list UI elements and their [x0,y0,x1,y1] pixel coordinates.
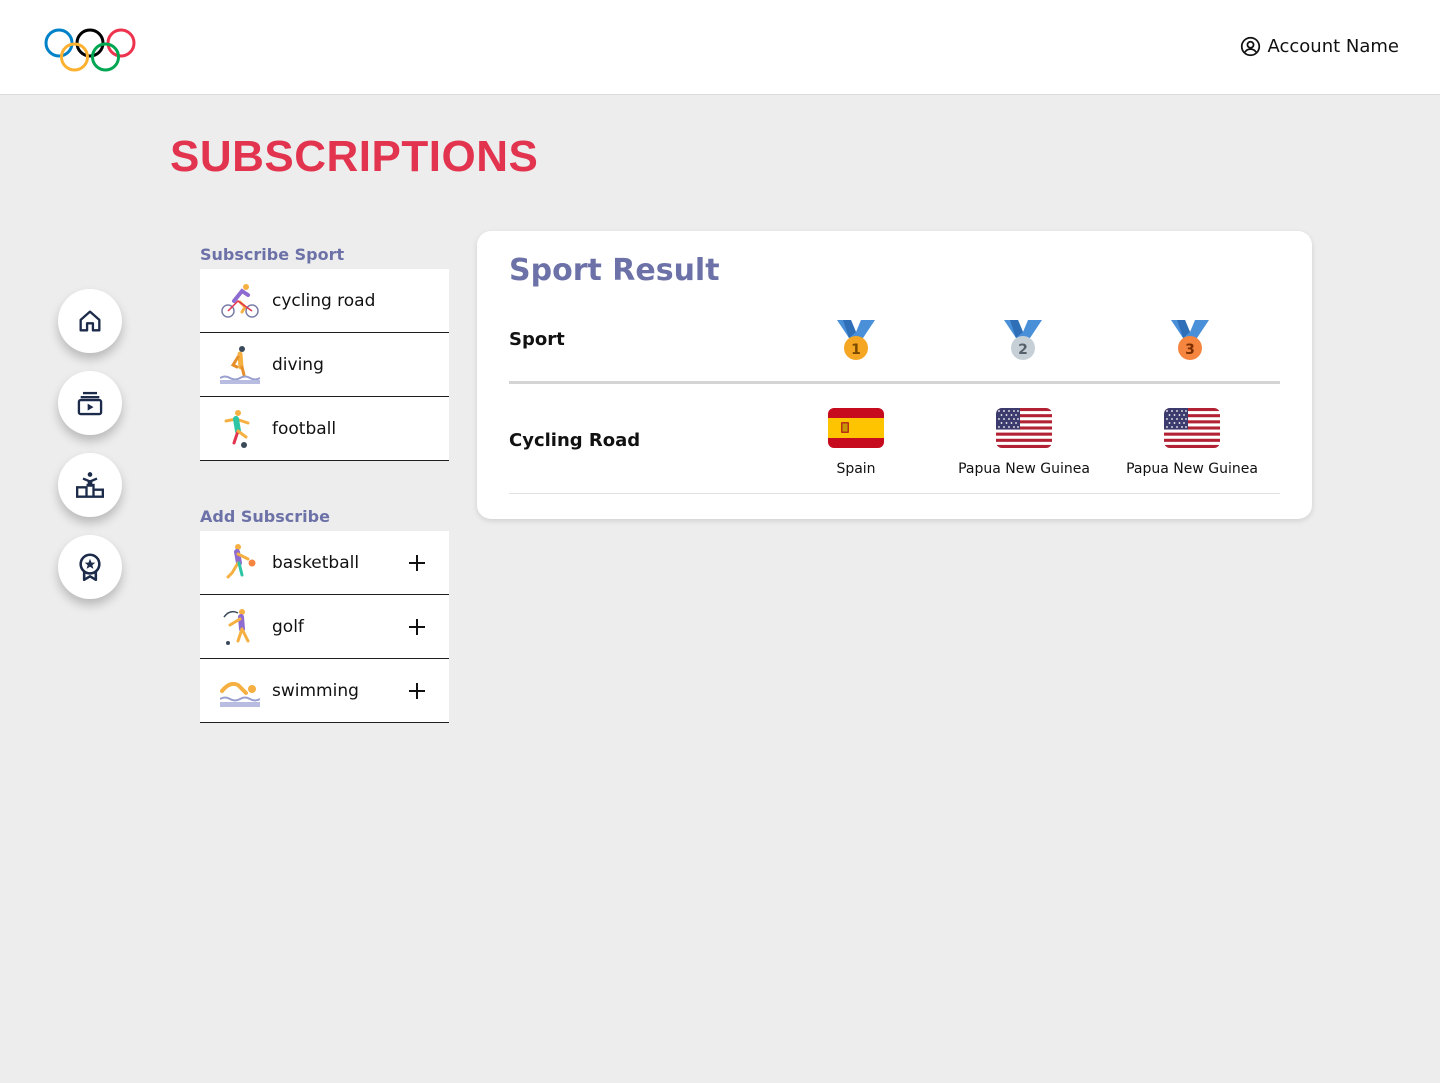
header-divider [509,381,1280,384]
medal-rank: 2 [1018,342,1028,358]
country-name: Papua New Guinea [958,461,1090,477]
swimming-icon [220,681,260,707]
add-icon[interactable] [407,553,427,573]
sport-name: golf [272,616,304,637]
medal-rank: 1 [851,342,861,358]
golf-icon [223,608,250,645]
cycling-road-icon [221,283,259,318]
basketball-icon [226,543,256,578]
nav-videos-button[interactable] [58,371,122,435]
add-subscribe-label: Add Subscribe [200,507,330,526]
sport-item-swimming: swimming [200,659,449,723]
subscribe-sport-label: Subscribe Sport [200,245,345,264]
nav-home-button[interactable] [58,289,122,353]
sport-item-golf: golf [200,595,449,659]
sport-result-card: Sport Result Sport 1 2 3 Cycling Road Sp… [477,231,1312,519]
sport-name: swimming [272,680,359,701]
olympic-rings-logo[interactable] [43,27,137,73]
add-icon[interactable] [407,617,427,637]
result-sport-name: Cycling Road [509,430,641,451]
country-name: Spain [836,461,876,477]
sport-column-header: Sport [509,329,565,350]
usa-flag-icon [1164,408,1220,448]
nav-medals-button[interactable] [58,535,122,599]
add-sport-list: basketball golf swimming [200,531,449,723]
sport-name: diving [272,354,324,375]
gold-medal-icon: 1 [837,320,875,360]
add-icon[interactable] [407,681,427,701]
country-name: Papua New Guinea [1126,461,1258,477]
page-title: SUBSCRIPTIONS [170,132,539,181]
nav-podium-button[interactable] [58,453,122,517]
bronze-medal-icon: 3 [1171,320,1209,360]
spain-flag-icon [828,408,884,448]
silver-medal-icon: 2 [1004,320,1042,360]
medal-rank: 3 [1185,342,1195,358]
football-icon [224,409,250,448]
sport-item-football[interactable]: football [200,397,449,461]
video-library-icon [77,391,103,416]
sport-name: cycling road [272,290,376,311]
home-icon [79,310,101,332]
user-circle-icon [1241,36,1261,56]
diving-icon [220,345,260,384]
subscribed-sport-list: cycling road diving football [200,269,449,461]
sport-item-cycling-road[interactable]: cycling road [200,269,449,333]
account-name: Account Name [1267,35,1399,57]
top-header: Account Name [0,0,1440,95]
card-title: Sport Result [509,253,720,288]
sport-name: basketball [272,552,360,573]
account-menu[interactable]: Account Name [1240,34,1399,58]
sport-item-basketball: basketball [200,531,449,595]
sport-item-diving[interactable]: diving [200,333,449,397]
usa-flag-icon [996,408,1052,448]
podium-icon [76,472,104,498]
sport-name: football [272,418,337,439]
medal-badge-icon [79,553,101,581]
row-divider [509,493,1280,494]
